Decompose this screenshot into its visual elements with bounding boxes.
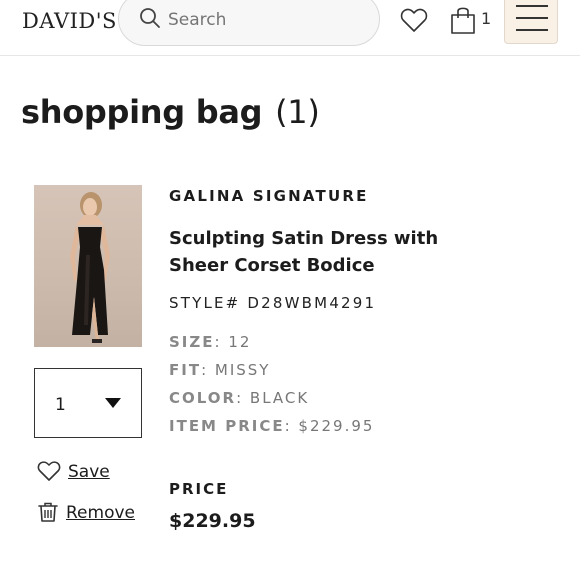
menu-button[interactable] <box>504 0 558 44</box>
page-title: shopping bag (1) <box>21 93 320 131</box>
remove-label[interactable]: Remove <box>66 503 135 523</box>
search-input[interactable] <box>168 10 368 30</box>
attr-item-price: ITEM PRICE: $229.95 <box>169 417 374 435</box>
quantity-value: 1 <box>55 395 66 415</box>
attr-fit-label: FIT <box>169 361 202 379</box>
attr-color-value: : BLACK <box>236 389 310 407</box>
bag-count: 1 <box>481 9 492 28</box>
caret-down-icon <box>105 398 121 408</box>
attr-color: COLOR: BLACK <box>169 389 309 407</box>
attr-size-label: SIZE <box>169 333 215 351</box>
dress-illustration <box>70 192 110 343</box>
hamburger-menu-line <box>516 17 548 19</box>
attr-fit: FIT: MISSY <box>169 361 270 379</box>
bag-item-count: (1) <box>275 93 320 131</box>
attr-size: SIZE: 12 <box>169 333 251 351</box>
quantity-select[interactable]: 1 <box>34 368 142 438</box>
trash-icon <box>38 502 58 522</box>
shopping-bag-icon[interactable] <box>450 5 476 35</box>
page-title-text: shopping bag <box>21 93 263 131</box>
price-label: PRICE <box>169 480 229 498</box>
save-label[interactable]: Save <box>68 462 110 482</box>
site-logo[interactable]: DAVID'S <box>22 9 117 33</box>
price-value: $229.95 <box>169 510 256 532</box>
attr-color-label: COLOR <box>169 389 237 407</box>
product-style-number: STYLE# D28WBM4291 <box>169 294 377 312</box>
hamburger-menu-icon <box>516 5 548 7</box>
heart-icon[interactable] <box>400 7 428 33</box>
attr-item-price-value: : $229.95 <box>284 417 375 435</box>
product-brand: GALINA SIGNATURE <box>169 187 369 205</box>
product-name[interactable]: Sculpting Satin Dress with Sheer Corset … <box>169 225 449 279</box>
site-header: DAVID'S 1 <box>0 0 580 56</box>
attr-fit-value: : MISSY <box>201 361 271 379</box>
attr-size-value: : 12 <box>214 333 252 351</box>
search-icon <box>140 8 160 28</box>
hamburger-menu-line <box>516 29 548 31</box>
heart-icon <box>37 461 61 481</box>
attr-item-price-label: ITEM PRICE <box>169 417 285 435</box>
product-image[interactable] <box>34 185 142 347</box>
search-bar[interactable] <box>118 0 380 46</box>
